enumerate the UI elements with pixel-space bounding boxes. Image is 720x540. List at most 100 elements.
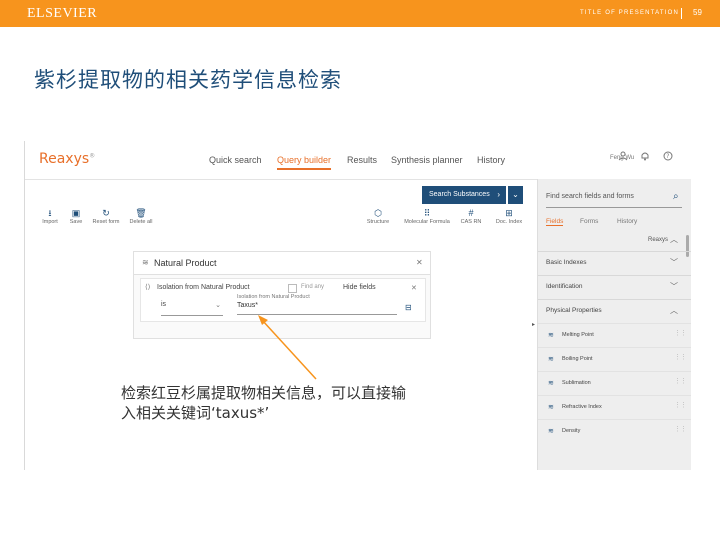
- drag-handle-icon[interactable]: ⋮⋮: [674, 401, 687, 409]
- reset-form-button[interactable]: ↻ Reset form: [91, 207, 121, 225]
- chevron-down-icon: ﹀: [670, 282, 678, 291]
- formula-label: Molecular Formula: [404, 219, 450, 225]
- query-row: ⟨⟩ Isolation from Natural Product Find a…: [140, 278, 426, 322]
- save-icon: ▣: [71, 208, 81, 218]
- field-boiling-point[interactable]: ≋ Boiling Point ⋮⋮: [538, 347, 691, 372]
- help-icon[interactable]: ?: [662, 151, 674, 163]
- find-any-label: Find any: [301, 284, 325, 290]
- section-basic-indexes[interactable]: Basic Indexes ﹀: [538, 251, 691, 276]
- layers-icon: ≋: [548, 332, 554, 339]
- section-label: Basic Indexes: [546, 259, 587, 266]
- save-label: Save: [69, 219, 83, 225]
- field-melting-point[interactable]: ≋ Melting Point ⋮⋮: [538, 323, 691, 348]
- save-button[interactable]: ▣ Save: [61, 207, 91, 225]
- svg-text:?: ?: [666, 153, 669, 160]
- header-banner: ELSEVIER TITLE OF PRESENTATION 59: [0, 0, 720, 27]
- search-dropdown-button[interactable]: ⌄: [508, 186, 523, 204]
- field-label: Refractive Index: [562, 404, 602, 410]
- chevron-up-icon: ︿: [670, 306, 678, 315]
- search-button-label: Search Substances: [429, 191, 490, 198]
- layers-icon: ≋: [142, 258, 149, 267]
- brand-logo: ELSEVIER: [27, 6, 98, 21]
- chevron-down-icon: ⌄: [512, 190, 519, 199]
- nav-synthesis-planner[interactable]: Synthesis planner: [391, 155, 463, 165]
- lookup-icon[interactable]: ⊟: [405, 303, 412, 312]
- structure-label: Structure: [366, 219, 390, 225]
- hide-fields-link[interactable]: Hide fields: [343, 284, 376, 291]
- doc-index-button[interactable]: ⊞ Doc. Index: [489, 207, 529, 225]
- layers-icon: ≋: [548, 428, 554, 435]
- nav-quick-search[interactable]: Quick search: [209, 155, 262, 165]
- tab-forms[interactable]: Forms: [580, 218, 598, 225]
- chevron-right-icon: ›: [497, 190, 500, 199]
- find-any-checkbox[interactable]: [288, 284, 297, 293]
- field-label: Isolation from Natural Product: [157, 284, 250, 291]
- search-substances-button[interactable]: Search Substances ›: [422, 186, 506, 204]
- field-label: Density: [562, 428, 581, 434]
- source-label[interactable]: Reaxys: [648, 237, 668, 243]
- field-density[interactable]: ≋ Density ⋮⋮: [538, 419, 691, 444]
- chevron-up-icon[interactable]: ︿: [670, 234, 678, 245]
- user-icon[interactable]: [617, 151, 629, 163]
- nav-history[interactable]: History: [477, 155, 505, 165]
- reaxys-logo[interactable]: Reaxys®: [39, 151, 95, 167]
- drag-handle-icon[interactable]: ⋮⋮: [674, 377, 687, 385]
- field-sublimation[interactable]: ≋ Sublimation ⋮⋮: [538, 371, 691, 396]
- field-refractive-index[interactable]: ≋ Refractive Index ⋮⋮: [538, 395, 691, 420]
- delete-all-button[interactable]: 🗑 Delete all: [126, 207, 156, 225]
- slide-title: 紫杉提取物的相关药学信息检索: [34, 68, 342, 92]
- row-close-icon[interactable]: ✕: [411, 284, 417, 292]
- fields-side-panel: Find search fields and forms ⌕ Fields Fo…: [537, 179, 691, 470]
- input-underline: [546, 207, 682, 208]
- document-icon: ⊞: [505, 208, 513, 218]
- layers-icon: ≋: [548, 380, 554, 387]
- field-label: Sublimation: [562, 380, 591, 386]
- hash-icon: #: [468, 208, 474, 218]
- annotation-line-1: 检索红豆杉属提取物相关信息，可以直接输: [121, 384, 407, 402]
- chevron-down-icon: ⌄: [215, 302, 221, 309]
- operator-value: is: [161, 301, 167, 308]
- search-icon[interactable]: ⌕: [673, 191, 679, 202]
- annotation-line-2: 入相关关键词‘taxus*’: [121, 404, 270, 422]
- query-panel: ≋ Natural Product ✕ ⟨⟩ Isolation from Na…: [133, 251, 431, 339]
- drag-handle-icon[interactable]: ⋮⋮: [674, 329, 687, 337]
- page-number: 59: [693, 8, 702, 17]
- operator-select[interactable]: is ⌄: [161, 301, 223, 316]
- field-label: Melting Point: [562, 332, 594, 338]
- expand-icon[interactable]: ⟨⟩: [145, 283, 150, 291]
- trademark-mark: ®: [89, 152, 96, 160]
- section-label: Identification: [546, 283, 583, 290]
- caret-right-icon: ▸: [532, 322, 536, 328]
- annotation-text: 检索红豆杉属提取物相关信息，可以直接输 入相关关键词‘taxus*’: [121, 383, 471, 423]
- drag-handle-icon[interactable]: ⋮⋮: [674, 425, 687, 433]
- molecular-formula-button[interactable]: ⠿ Molecular Formula: [398, 207, 456, 225]
- delete-label: Delete all: [129, 219, 153, 225]
- nav-query-builder[interactable]: Query builder: [277, 155, 332, 170]
- section-identification[interactable]: Identification ﹀: [538, 275, 691, 300]
- tab-history[interactable]: History: [617, 218, 637, 225]
- reset-icon: ↻: [102, 208, 110, 218]
- value-input[interactable]: Taxus*: [237, 302, 397, 315]
- close-icon[interactable]: ✕: [416, 258, 423, 267]
- formula-grid-icon: ⠿: [423, 208, 431, 218]
- drag-handle-icon[interactable]: ⋮⋮: [674, 353, 687, 361]
- chevron-down-icon: ﹀: [670, 258, 678, 267]
- nav-results[interactable]: Results: [347, 155, 377, 165]
- query-panel-title: Natural Product: [154, 258, 217, 268]
- query-panel-header: ≋ Natural Product ✕: [134, 252, 430, 275]
- field-label: Boiling Point: [562, 356, 593, 362]
- import-label: Import: [42, 219, 58, 225]
- bell-icon[interactable]: [639, 151, 651, 163]
- section-physical-properties[interactable]: Physical Properties ︿: [538, 299, 691, 324]
- structure-icon: ⬡: [374, 208, 382, 218]
- cas-rn-button[interactable]: # CAS RN: [451, 207, 491, 225]
- top-navigation: Reaxys® Quick search Query builder Resul…: [25, 141, 691, 180]
- doc-index-label: Doc. Index: [495, 219, 523, 225]
- layers-icon: ≋: [548, 404, 554, 411]
- find-fields-input[interactable]: Find search fields and forms: [546, 193, 634, 200]
- reset-label: Reset form: [92, 219, 120, 225]
- reaxys-logo-text: Reaxys: [39, 151, 90, 167]
- cas-label: CAS RN: [460, 219, 482, 225]
- tab-fields[interactable]: Fields: [546, 218, 564, 226]
- structure-button[interactable]: ⬡ Structure: [358, 207, 398, 225]
